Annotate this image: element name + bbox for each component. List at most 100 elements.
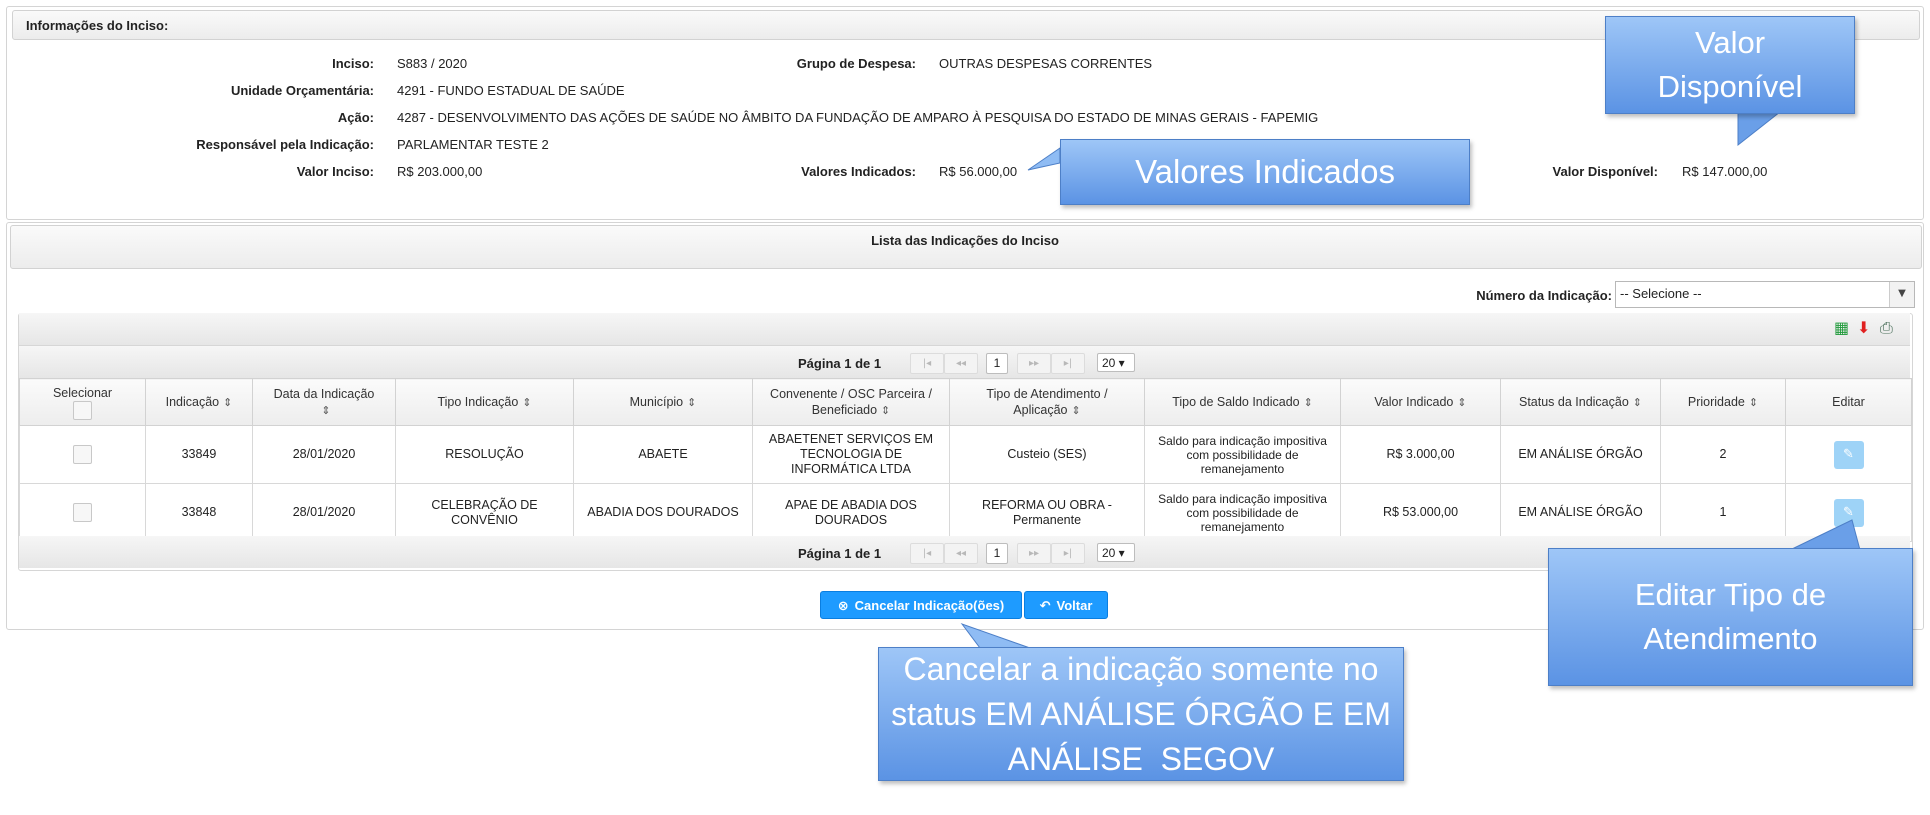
back-button[interactable]: ↶ Voltar [1024, 591, 1108, 619]
prioridade-cell: 2 [1660, 425, 1786, 484]
saldo-cell: Saldo para indicação impositiva com poss… [1144, 425, 1341, 484]
column-header-selecionar: Selecionar [19, 378, 146, 426]
data-cell: 28/01/2020 [252, 425, 396, 484]
pencil-icon: ✎ [1843, 446, 1854, 462]
valor-cell: R$ 53.000,00 [1340, 483, 1501, 542]
column-header-status[interactable]: Status da Indicação ⇕ [1500, 378, 1661, 426]
prioridade-cell: 1 [1660, 483, 1786, 542]
grupo-label: Grupo de Despesa: [796, 56, 916, 71]
column-header-valor[interactable]: Valor Indicado ⇕ [1340, 378, 1501, 426]
valor-disponivel-label: Valor Disponível: [1552, 164, 1658, 179]
current-page[interactable]: 1 [986, 353, 1008, 374]
valores-indicados-label: Valores Indicados: [801, 164, 916, 179]
row-checkbox[interactable] [73, 503, 92, 522]
prev-page-button[interactable]: ◂◂ [944, 543, 978, 564]
sort-icon[interactable]: ⇕ [223, 396, 232, 409]
column-header-convenente[interactable]: Convenente / OSC Parceira / Beneficiado ⇕ [752, 378, 950, 426]
valor-inciso-label: Valor Inciso: [296, 164, 374, 179]
edit-button[interactable]: ✎ [1833, 498, 1864, 527]
pdf-icon[interactable]: ⬇ [1857, 318, 1870, 337]
column-header-prioridade[interactable]: Prioridade ⇕ [1660, 378, 1786, 426]
inciso-label: Inciso: [332, 56, 374, 71]
unidade-label: Unidade Orçamentária: [230, 83, 374, 98]
next-page-button[interactable]: ▸▸ [1017, 353, 1051, 374]
data-cell: 28/01/2020 [252, 483, 396, 542]
next-page-button[interactable]: ▸▸ [1017, 543, 1051, 564]
callout-valores-indicados-text: Valores Indicados [1135, 153, 1395, 190]
callout-cancelar: Cancelar a indicação somente no status E… [878, 647, 1404, 781]
column-header-data[interactable]: Data da Indicação ⇕ [252, 378, 396, 426]
excel-icon[interactable]: ▦ [1834, 318, 1849, 337]
cancel-indicacao-button[interactable]: ⊗ Cancelar Indicação(ões) [820, 591, 1022, 619]
select-cell [19, 483, 146, 542]
page-size-select[interactable]: 20 ▾ [1097, 353, 1135, 372]
sort-icon[interactable]: ⇕ [1749, 396, 1758, 409]
edit-button[interactable]: ✎ [1833, 440, 1864, 469]
acao-value: 4287 - DESENVOLVIMENTO DAS AÇÕES DE SAÚD… [397, 110, 1319, 125]
cancel-button-label: Cancelar Indicação(ões) [854, 598, 1005, 613]
status-cell: EM ANÁLISE ÓRGÃO [1500, 483, 1661, 542]
select-all-checkbox[interactable] [73, 400, 92, 420]
status-cell: EM ANÁLISE ÓRGÃO [1500, 425, 1661, 484]
column-header-atendimento[interactable]: Tipo de Atendimento / Aplicação ⇕ [949, 378, 1145, 426]
sort-icon[interactable]: ⇕ [522, 396, 531, 409]
page-info: Página 1 de 1 [798, 356, 882, 371]
print-icon[interactable]: ⎙ [1880, 318, 1893, 338]
indicacao-cell: 33849 [145, 425, 253, 484]
row-checkbox[interactable] [73, 445, 92, 464]
column-header-indicacao[interactable]: Indicação ⇕ [145, 378, 253, 426]
saldo-cell: Saldo para indicação impositiva com poss… [1144, 483, 1341, 542]
callout-editar: Editar Tipo de Atendimento [1548, 548, 1913, 686]
callout-editar-text: Editar Tipo de Atendimento [1634, 577, 1827, 656]
cancel-circle-icon: ⊗ [837, 599, 849, 614]
callout-valor-disponivel: Valor Disponível [1605, 16, 1855, 114]
sort-icon[interactable]: ⇕ [1633, 396, 1642, 409]
sort-icon[interactable]: ⇕ [881, 404, 890, 417]
responsavel-label: Responsável pela Indicação: [196, 137, 374, 152]
column-header-editar: Editar [1785, 378, 1912, 426]
column-header-saldo[interactable]: Tipo de Saldo Indicado ⇕ [1144, 378, 1341, 426]
convenente-cell: ABAETENET SERVIÇOS EM TECNOLOGIA DE INFO… [752, 425, 950, 484]
table-row: 33848 28/01/2020 CELEBRAÇÃO DE CONVÊNIO … [19, 483, 1912, 542]
last-page-button[interactable]: ▸| [1051, 543, 1085, 564]
indicacao-cell: 33848 [145, 483, 253, 542]
back-button-label: Voltar [1056, 598, 1093, 613]
current-page[interactable]: 1 [986, 543, 1008, 564]
first-page-button[interactable]: |◂ [910, 353, 944, 374]
inciso-value: S883 / 2020 [397, 56, 468, 71]
filter-label: Número da Indicação: [1476, 288, 1612, 303]
column-header-municipio[interactable]: Município ⇕ [573, 378, 753, 426]
acao-label: Ação: [337, 110, 374, 125]
sort-icon[interactable]: ⇕ [321, 404, 330, 417]
edit-cell: ✎ [1785, 483, 1912, 542]
municipio-cell: ABADIA DOS DOURADOS [573, 483, 753, 542]
callout-cancelar-text: Cancelar a indicação somente no status E… [891, 650, 1398, 777]
sort-icon[interactable]: ⇕ [1071, 404, 1080, 417]
convenente-cell: APAE DE ABADIA DOS DOURADOS [752, 483, 950, 542]
last-page-button[interactable]: ▸| [1051, 353, 1085, 374]
sort-icon[interactable]: ⇕ [1457, 396, 1466, 409]
grid-toolbar [19, 313, 1910, 346]
tipo-cell: RESOLUÇÃO [395, 425, 574, 484]
valor-inciso-value: R$ 203.000,00 [397, 164, 483, 179]
table-header-row: Selecionar Indicação ⇕ Data da Indicação ⇕… [19, 378, 1912, 426]
list-panel-title: Lista das Indicações do Inciso [871, 233, 1059, 248]
chevron-down-icon[interactable]: ▼ [1889, 282, 1914, 307]
top-pager: Página 1 de 1 |◂ ◂◂ 1 ▸▸ ▸| 20 ▾ [0, 352, 1930, 374]
grupo-value: OUTRAS DESPESAS CORRENTES [939, 56, 1153, 71]
edit-cell: ✎ [1785, 425, 1912, 484]
first-page-button[interactable]: |◂ [910, 543, 944, 564]
info-panel-title: Informações do Inciso: [26, 18, 169, 33]
sort-icon[interactable]: ⇕ [1304, 396, 1313, 409]
pencil-icon: ✎ [1843, 504, 1854, 520]
sort-icon[interactable]: ⇕ [687, 396, 696, 409]
column-header-tipo-indicacao[interactable]: Tipo Indicação ⇕ [395, 378, 574, 426]
responsavel-value: PARLAMENTAR TESTE 2 [397, 137, 549, 152]
atendimento-cell: Custeio (SES) [949, 425, 1145, 484]
valor-disponivel-value: R$ 147.000,00 [1682, 164, 1768, 179]
tipo-cell: CELEBRAÇÃO DE CONVÊNIO [395, 483, 574, 542]
prev-page-button[interactable]: ◂◂ [944, 353, 978, 374]
unidade-value: 4291 - FUNDO ESTADUAL DE SAÚDE [397, 83, 625, 98]
indicacao-number-select[interactable]: -- Selecione -- ▼ [1615, 281, 1915, 308]
page-size-select[interactable]: 20 ▾ [1097, 543, 1135, 562]
